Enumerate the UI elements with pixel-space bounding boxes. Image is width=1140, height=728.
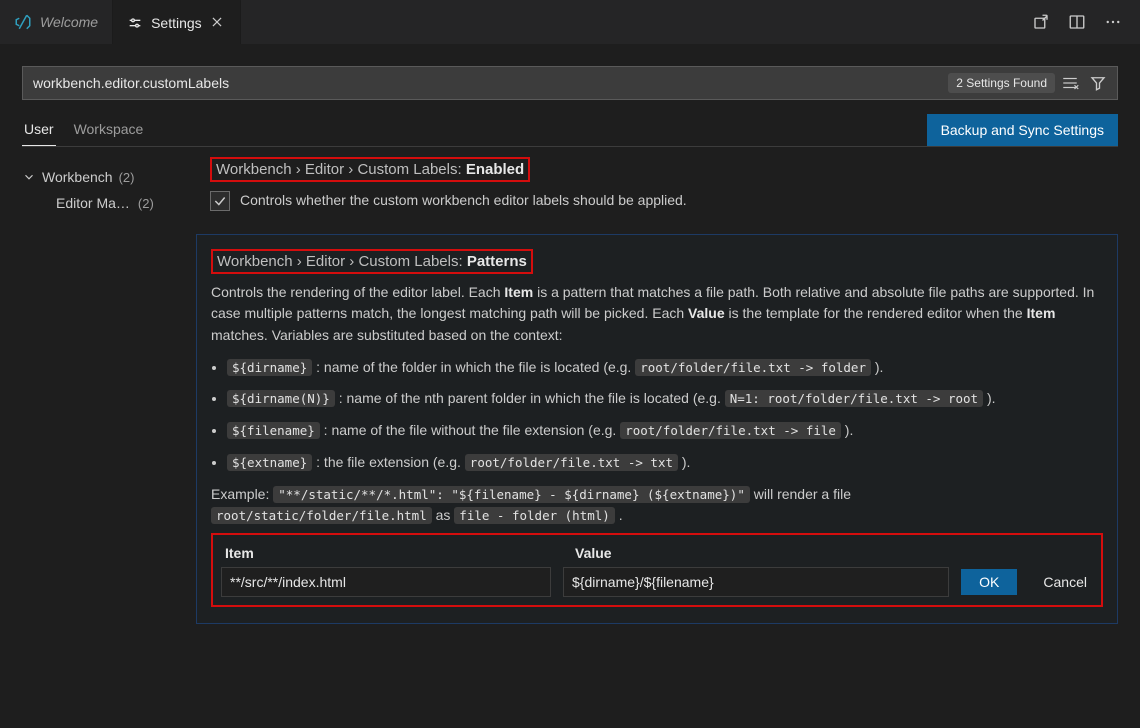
- settings-sliders-icon: [127, 15, 143, 31]
- tab-settings[interactable]: Settings: [113, 0, 241, 44]
- code-token: ${dirname}: [227, 359, 312, 376]
- code-token: root/folder/file.txt -> txt: [465, 454, 678, 471]
- enabled-checkbox[interactable]: [210, 191, 230, 211]
- code-token: root/folder/file.txt -> folder: [635, 359, 871, 376]
- code-token: "**/static/**/*.html": "${filename} - ${…: [273, 486, 750, 503]
- toc-count: (2): [119, 170, 135, 185]
- tab-label: Settings: [151, 15, 202, 31]
- scope-user-tab[interactable]: User: [22, 115, 56, 146]
- divider: [22, 146, 1118, 147]
- column-header-item: Item: [225, 545, 555, 561]
- ok-button[interactable]: OK: [961, 569, 1017, 595]
- search-hits-badge: 2 Settings Found: [948, 73, 1055, 93]
- pattern-value-input[interactable]: [563, 567, 949, 597]
- setting-custom-labels-patterns: Workbench › Editor › Custom Labels: Patt…: [196, 234, 1118, 624]
- code-token: root/static/folder/file.html: [211, 507, 432, 524]
- settings-editor: 2 Settings Found User Workspace Backup a…: [0, 44, 1140, 728]
- list-item: ${dirname} : name of the folder in which…: [227, 357, 1103, 379]
- setting-custom-labels-enabled: Workbench › Editor › Custom Labels: Enab…: [196, 157, 1118, 212]
- close-icon[interactable]: [210, 15, 226, 31]
- list-item: ${dirname(N)} : name of the nth parent f…: [227, 388, 1103, 410]
- settings-search-row: 2 Settings Found: [22, 66, 1118, 100]
- code-token: ${filename}: [227, 422, 320, 439]
- list-item: ${filename} : name of the file without t…: [227, 420, 1103, 442]
- setting-title: Workbench › Editor › Custom Labels: Enab…: [210, 157, 530, 182]
- tab-bar: Welcome Settings: [0, 0, 1140, 44]
- patterns-table: Item Value OK Cancel: [211, 533, 1103, 607]
- open-settings-json-icon[interactable]: [1032, 13, 1050, 31]
- list-item: ${extname} : the file extension (e.g. ro…: [227, 452, 1103, 474]
- toc-label: Editor Ma…: [56, 195, 130, 211]
- check-icon: [213, 194, 227, 208]
- clear-search-icon[interactable]: [1061, 74, 1079, 92]
- tab-label: Welcome: [40, 14, 98, 30]
- column-header-value: Value: [575, 545, 1093, 561]
- backup-sync-button[interactable]: Backup and Sync Settings: [927, 114, 1118, 146]
- example-line: Example: "**/static/**/*.html": "${filen…: [211, 484, 1103, 527]
- setting-title: Workbench › Editor › Custom Labels: Patt…: [211, 249, 533, 274]
- cancel-button[interactable]: Cancel: [1037, 573, 1093, 591]
- settings-search-input[interactable]: [23, 67, 948, 99]
- toc-workbench[interactable]: Workbench (2): [22, 165, 196, 189]
- vscode-icon: [14, 13, 32, 31]
- split-editor-icon[interactable]: [1068, 13, 1086, 31]
- toc-editor-management[interactable]: Editor Ma… (2): [22, 189, 196, 215]
- tab-welcome[interactable]: Welcome: [0, 0, 113, 44]
- code-token: file - folder (html): [454, 507, 615, 524]
- tab-bar-actions: [1014, 0, 1140, 44]
- filter-icon[interactable]: [1089, 74, 1107, 92]
- pattern-item-input[interactable]: [221, 567, 551, 597]
- code-token: N=1: root/folder/file.txt -> root: [725, 390, 983, 407]
- chevron-down-icon: [22, 170, 36, 184]
- code-token: ${extname}: [227, 454, 312, 471]
- more-actions-icon[interactable]: [1104, 13, 1122, 31]
- settings-toc: Workbench (2) Editor Ma… (2): [0, 157, 196, 727]
- code-token: root/folder/file.txt -> file: [620, 422, 841, 439]
- setting-description: Controls whether the custom workbench ed…: [240, 190, 687, 212]
- scope-row: User Workspace Backup and Sync Settings: [22, 114, 1118, 146]
- toc-label: Workbench: [42, 169, 113, 185]
- variable-list: ${dirname} : name of the folder in which…: [227, 357, 1103, 474]
- toc-count: (2): [138, 196, 154, 211]
- scope-workspace-tab[interactable]: Workspace: [72, 115, 146, 146]
- code-token: ${dirname(N)}: [227, 390, 335, 407]
- settings-list: Workbench › Editor › Custom Labels: Enab…: [196, 157, 1140, 727]
- setting-description: Controls the rendering of the editor lab…: [211, 282, 1103, 347]
